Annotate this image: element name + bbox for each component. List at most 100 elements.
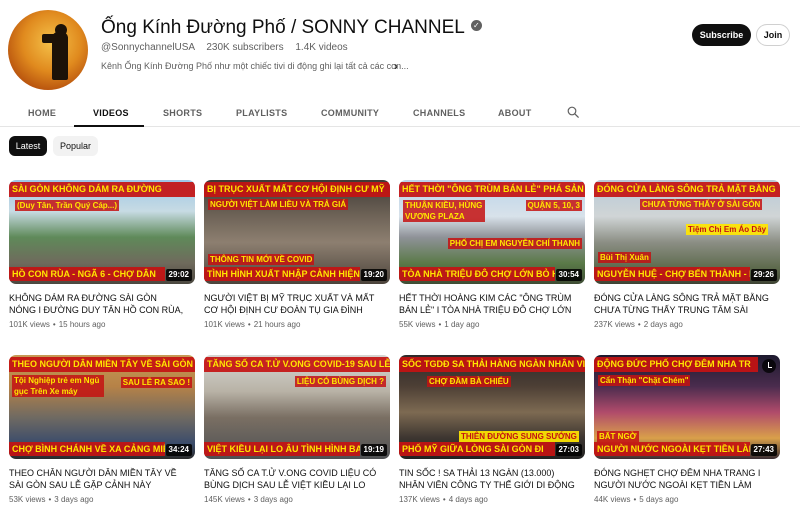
filter-latest[interactable]: Latest — [9, 136, 47, 156]
channel-avatar[interactable] — [8, 10, 88, 90]
thumbnail-headline: THEO NGƯỜI DÂN MIỀN TÂY VỀ SÀI GÒN — [9, 357, 195, 372]
thumbnail-footer: NGƯỜI NƯỚC NGOÀI KẸT TIỀN LÀM KIẾM — [594, 442, 750, 456]
thumbnail-subtitle: CHỢ ĐẦM BÀ CHIỂU — [427, 376, 511, 387]
thumbnail-headline: HẾT THỜI "ÔNG TRÙM BÁN LẺ" PHÁ SẢN — [399, 182, 585, 197]
video-title[interactable]: ĐÓNG CỬA LÀNG SÔNG TRẢ MẶT BẰNG CHƯA TỪN… — [594, 292, 780, 316]
view-count: 137K views — [399, 495, 440, 504]
upload-age: 1 day ago — [444, 320, 480, 329]
channel-name: Ống Kính Đường Phố / SONNY CHANNEL ✓ — [101, 17, 482, 39]
join-button[interactable]: Join — [756, 24, 790, 46]
thumbnail-footer: TÒA NHÀ TRIỆU ĐÔ CHỢ LỚN BỎ H — [399, 267, 555, 281]
thumbnail-headline: SÀI GÒN KHÔNG DÁM RA ĐƯỜNG — [9, 182, 195, 197]
tab-about[interactable]: ABOUT — [498, 108, 532, 118]
meta-dot: • — [442, 495, 446, 504]
video-card[interactable]: ĐỘNG ĐỨC PHỐ CHỢ ĐÊM NHA TR Cẩn Thận "Ch… — [594, 355, 780, 504]
video-count: 1.4K videos — [295, 42, 348, 53]
thumbnail-subtitle-2: BẤT NGỜ — [597, 431, 639, 442]
video-title[interactable]: TĂNG SỐ CA T.Ử V.ONG COVID LIỆU CÓ BÙNG … — [204, 467, 390, 491]
video-title[interactable]: KHÔNG DÁM RA ĐƯỜNG SÀI GÒN NÓNG I ĐƯỜNG … — [9, 292, 195, 316]
view-count: 145K views — [204, 495, 245, 504]
video-thumbnail[interactable]: BỊ TRỤC XUẤT MẤT CƠ HỘI ĐỊNH CƯ MỸ NGƯỜI… — [204, 180, 390, 284]
video-duration: 29:26 — [750, 269, 777, 281]
video-duration: 27:43 — [750, 444, 777, 456]
thumbnail-footer: VIỆT KIỀU LẠI LO ÂU TÌNH HÌNH BAY QU — [204, 442, 360, 456]
channel-meta: @SonnychannelUSA 230K subscribers 1.4K v… — [101, 42, 348, 53]
video-card[interactable]: SÀI GÒN KHÔNG DÁM RA ĐƯỜNG (Duy Tân, Trầ… — [9, 180, 195, 329]
meta-dot: • — [247, 495, 251, 504]
thumbnail-headline: TĂNG SỐ CA T.Ử V.ONG COVID-19 SAU LỄ — [204, 357, 390, 372]
active-tab-indicator — [74, 125, 144, 127]
video-card[interactable]: HẾT THỜI "ÔNG TRÙM BÁN LẺ" PHÁ SẢN THUẬN… — [399, 180, 585, 329]
upload-age: 21 hours ago — [253, 320, 301, 329]
tab-videos[interactable]: VIDEOS — [93, 108, 129, 118]
view-count: 101K views — [9, 320, 50, 329]
tab-community[interactable]: COMMUNITY — [321, 108, 379, 118]
video-card[interactable]: THEO NGƯỜI DÂN MIỀN TÂY VỀ SÀI GÒN Tội N… — [9, 355, 195, 504]
view-count: 55K views — [399, 320, 436, 329]
thumbnail-subtitle: CHƯA TỪNG THẤY Ở SÀI GÒN — [640, 199, 763, 210]
video-duration: 19:20 — [360, 269, 387, 281]
avatar-camera — [42, 34, 58, 43]
video-thumbnail[interactable]: HẾT THỜI "ÔNG TRÙM BÁN LẺ" PHÁ SẢN THUẬN… — [399, 180, 585, 284]
chevron-right-icon[interactable]: › — [394, 59, 398, 73]
thumbnail-subtitle: Cẩn Thận "Chặt Chém" — [598, 375, 691, 386]
meta-dot: • — [48, 495, 52, 504]
video-card[interactable]: TĂNG SỐ CA T.Ử V.ONG COVID-19 SAU LỄ LIỆ… — [204, 355, 390, 504]
search-icon[interactable] — [567, 106, 579, 118]
meta-dot: • — [438, 320, 442, 329]
thumbnail-subtitle-2: Tiệm Chị Em Áo Dây — [686, 224, 769, 235]
watch-later-clock-icon[interactable] — [762, 359, 776, 373]
thumbnail-footer: PHỐ MỸ GIỮA LÒNG SÀI GÒN ĐI — [399, 442, 555, 456]
meta-dot: • — [637, 320, 641, 329]
video-duration: 27:03 — [555, 444, 582, 456]
thumbnail-footer: NGUYỄN HUỆ - CHỢ BẾN THÀNH - L — [594, 267, 750, 281]
thumbnail-footer: CHỢ BÌNH CHÁNH VỀ XA CẢNG MIỀ — [9, 442, 165, 456]
video-meta: 55K views • 1 day ago — [399, 320, 585, 329]
video-thumbnail[interactable]: SÀI GÒN KHÔNG DÁM RA ĐƯỜNG (Duy Tân, Trầ… — [9, 180, 195, 284]
video-title[interactable]: ĐÓNG NGHẸT CHỢ ĐÊM NHA TRANG I NGƯỜI NƯỚ… — [594, 467, 780, 491]
video-card[interactable]: ĐÓNG CỬA LÀNG SÔNG TRẢ MẶT BẰNG CHƯA TỪN… — [594, 180, 780, 329]
video-title[interactable]: NGƯỜI VIỆT BỊ MỸ TRỤC XUẤT VÀ MẤT CƠ HỘI… — [204, 292, 390, 316]
video-thumbnail[interactable]: THEO NGƯỜI DÂN MIỀN TÂY VỀ SÀI GÒN Tội N… — [9, 355, 195, 459]
video-card[interactable]: BỊ TRỤC XUẤT MẤT CƠ HỘI ĐỊNH CƯ MỸ NGƯỜI… — [204, 180, 390, 329]
thumbnail-subtitle-2: THIÊN ĐƯỜNG SUNG SƯỚNG — [459, 431, 579, 442]
video-card[interactable]: SỐC TGDĐ SA THẢI HÀNG NGÀN NHÂN VIÊN CHỢ… — [399, 355, 585, 504]
video-thumbnail[interactable]: TĂNG SỐ CA T.Ử V.ONG COVID-19 SAU LỄ LIỆ… — [204, 355, 390, 459]
channel-description[interactable]: Kênh Ống Kính Đường Phố như một chiếc ti… — [101, 61, 409, 71]
video-title[interactable]: THEO CHÂN NGƯỜI DÂN MIỀN TÂY VỀ SÀI GÒN … — [9, 467, 195, 491]
video-duration: 29:02 — [165, 269, 192, 281]
view-count: 237K views — [594, 320, 635, 329]
meta-dot: • — [247, 320, 251, 329]
filter-popular[interactable]: Popular — [53, 136, 98, 156]
video-meta: 101K views • 21 hours ago — [204, 320, 390, 329]
video-duration: 19:19 — [360, 444, 387, 456]
video-thumbnail[interactable]: SỐC TGDĐ SA THẢI HÀNG NGÀN NHÂN VIÊN CHỢ… — [399, 355, 585, 459]
channel-handle: @SonnychannelUSA — [101, 42, 195, 53]
video-title[interactable]: HẾT THỜI HOÀNG KIM CÁC "ÔNG TRÙM BÁN LẺ"… — [399, 292, 585, 316]
tab-channels[interactable]: CHANNELS — [413, 108, 465, 118]
thumbnail-headline: ĐÓNG CỬA LÀNG SÔNG TRẢ MẶT BẰNG — [594, 182, 780, 197]
video-duration: 34:24 — [165, 444, 192, 456]
thumbnail-headline: SỐC TGDĐ SA THẢI HÀNG NGÀN NHÂN VIÊN — [399, 357, 585, 372]
upload-age: 3 days ago — [253, 495, 293, 504]
thumbnail-subtitle-2: QUẬN 5, 10, 3 — [525, 200, 582, 211]
tab-shorts[interactable]: SHORTS — [163, 108, 202, 118]
view-count: 53K views — [9, 495, 46, 504]
video-thumbnail[interactable]: ĐỘNG ĐỨC PHỐ CHỢ ĐÊM NHA TR Cẩn Thận "Ch… — [594, 355, 780, 459]
video-duration: 30:54 — [555, 269, 582, 281]
tab-home[interactable]: HOME — [28, 108, 56, 118]
subscribe-button[interactable]: Subscribe — [692, 24, 751, 46]
video-meta: 44K views • 5 days ago — [594, 495, 780, 504]
meta-dot: • — [633, 495, 637, 504]
video-meta: 53K views • 3 days ago — [9, 495, 195, 504]
video-thumbnail[interactable]: ĐÓNG CỬA LÀNG SÔNG TRẢ MẶT BẰNG CHƯA TỪN… — [594, 180, 780, 284]
thumbnail-subtitle: (Duy Tân, Trần Quý Cáp...) — [15, 200, 120, 211]
upload-age: 15 hours ago — [58, 320, 106, 329]
tab-playlists[interactable]: PLAYLISTS — [236, 108, 287, 118]
video-meta: 237K views • 2 days ago — [594, 320, 780, 329]
meta-dot: • — [52, 320, 56, 329]
thumbnail-subtitle: NGƯỜI VIỆT LÀM LIỀU VÀ TRẢ GIÁ — [208, 199, 349, 210]
thumbnail-subtitle: LIỆU CÓ BÙNG DỊCH ? — [294, 376, 386, 387]
video-title[interactable]: TIN SỐC ! SA THẢI 13 NGÀN (13.000) NHÂN … — [399, 467, 585, 491]
channel-tabs: HOME VIDEOS SHORTS PLAYLISTS COMMUNITY C… — [0, 100, 800, 127]
